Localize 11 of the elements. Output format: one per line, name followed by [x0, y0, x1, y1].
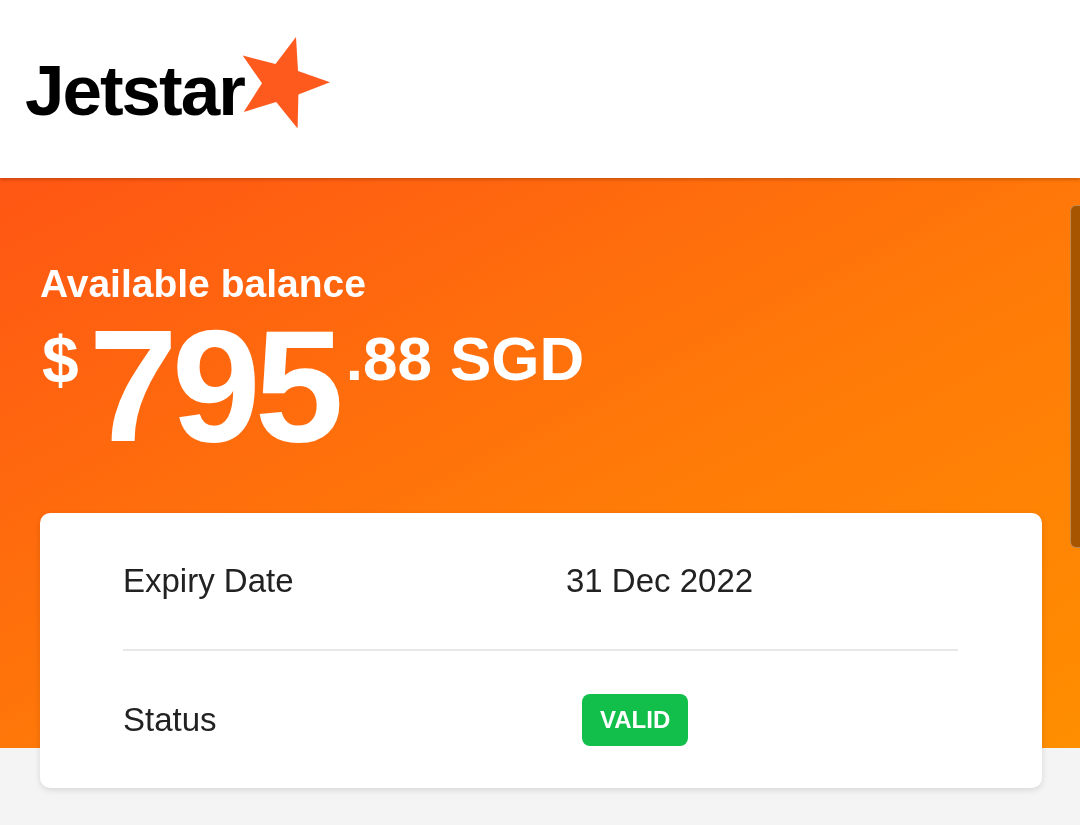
- detail-value: 31 Dec 2022: [566, 561, 754, 602]
- detail-label: Expiry Date: [123, 561, 295, 602]
- balance-label: Available balance: [40, 264, 367, 303]
- balance-amount: 795: [88, 306, 338, 466]
- currency-code: SGD: [449, 328, 585, 390]
- scrollbar-thumb[interactable]: [1070, 205, 1080, 548]
- detail-label: Status: [123, 699, 218, 740]
- status-badge: VALID: [582, 693, 689, 746]
- balance-cents: .88: [345, 328, 432, 390]
- logo-wordmark: Jetstar: [25, 54, 244, 126]
- currency-symbol: $: [42, 327, 79, 393]
